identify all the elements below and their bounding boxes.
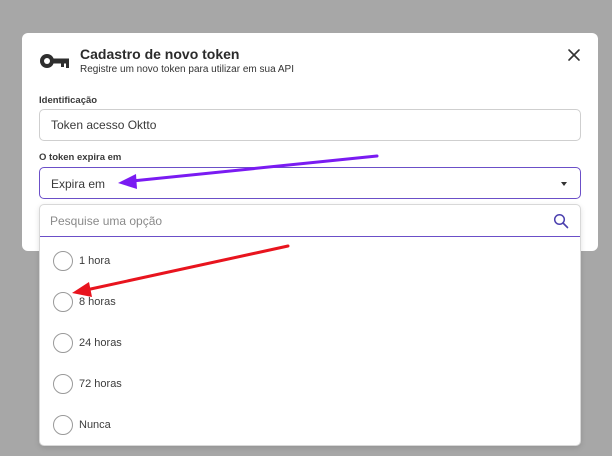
radio-button[interactable] bbox=[53, 374, 73, 394]
option-1-hora[interactable]: 1 hora bbox=[40, 243, 580, 279]
dropdown-search bbox=[40, 205, 580, 237]
caret-down-icon bbox=[561, 182, 567, 186]
option-label: Nunca bbox=[79, 419, 111, 431]
search-input[interactable] bbox=[50, 211, 540, 231]
expira-label: O token expira em bbox=[39, 152, 122, 163]
radio-button[interactable] bbox=[53, 292, 73, 312]
search-icon[interactable] bbox=[553, 213, 569, 229]
modal-subtitle: Registre um novo token para utilizar em … bbox=[80, 64, 294, 75]
option-24-horas[interactable]: 24 horas bbox=[40, 325, 580, 361]
radio-button[interactable] bbox=[53, 415, 73, 435]
option-72-horas[interactable]: 72 horas bbox=[40, 366, 580, 402]
identificacao-input[interactable] bbox=[39, 109, 581, 141]
radio-button[interactable] bbox=[53, 333, 73, 353]
key-icon bbox=[40, 54, 69, 68]
option-nunca[interactable]: Nunca bbox=[40, 407, 580, 443]
option-label: 72 horas bbox=[79, 378, 122, 390]
option-label: 24 horas bbox=[79, 337, 122, 349]
option-label: 8 horas bbox=[79, 296, 116, 308]
modal-title: Cadastro de novo token bbox=[80, 46, 240, 62]
identificacao-label: Identificação bbox=[39, 95, 98, 106]
expira-select[interactable]: Expira em bbox=[39, 167, 581, 199]
expira-select-value: Expira em bbox=[51, 177, 106, 191]
modal-header: Cadastro de novo token Registre um novo … bbox=[22, 33, 598, 83]
close-icon[interactable] bbox=[564, 45, 584, 65]
option-label: 1 hora bbox=[79, 255, 111, 267]
radio-button[interactable] bbox=[53, 251, 73, 271]
option-8-horas[interactable]: 8 horas bbox=[40, 284, 580, 320]
expira-dropdown: 1 hora 8 horas 24 horas 72 horas Nunca bbox=[39, 204, 581, 446]
